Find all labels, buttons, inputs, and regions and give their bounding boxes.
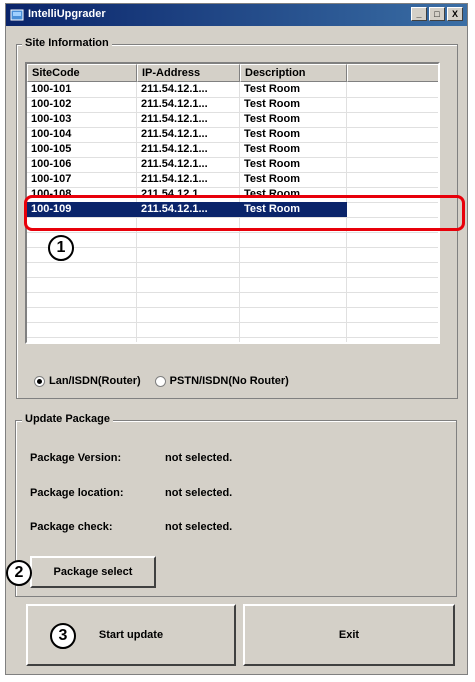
radio-lan-isdn[interactable]: Lan/ISDN(Router) <box>34 375 141 387</box>
update-package-label: Update Package <box>22 413 113 425</box>
table-row[interactable]: 100-105 211.54.12.1... Test Room <box>27 142 438 158</box>
radio-label: Lan/ISDN(Router) <box>49 375 141 387</box>
column-header-ip-address[interactable]: IP-Address <box>137 64 240 82</box>
table-cell: 211.54.12.1... <box>141 98 208 110</box>
close-button[interactable]: X <box>447 7 463 21</box>
package-version-label: Package Version: <box>30 452 122 464</box>
table-cell: Test Room <box>244 113 301 125</box>
empty-row <box>27 322 438 338</box>
column-header-description[interactable]: Description <box>240 64 347 82</box>
empty-row <box>27 247 438 263</box>
table-cell: 100-106 <box>31 158 72 170</box>
package-check-value: not selected. <box>165 521 233 533</box>
table-cell: Test Room <box>244 98 301 110</box>
table-cell: 211.54.12.1... <box>141 113 208 125</box>
minimize-button[interactable]: _ <box>411 7 427 21</box>
empty-row <box>27 232 438 248</box>
table-cell: 100-101 <box>31 83 72 95</box>
table-cell: Test Room <box>244 158 301 170</box>
table-cell: 100-105 <box>31 143 72 155</box>
package-select-button[interactable]: Package select <box>30 556 156 588</box>
table-row[interactable]: 100-104 211.54.12.1... Test Room <box>27 127 438 143</box>
table-row[interactable]: 100-102 211.54.12.1... Test Room <box>27 97 438 113</box>
app-icon <box>10 9 24 21</box>
column-header-filler <box>347 64 438 82</box>
table-cell: 100-107 <box>31 173 72 185</box>
table-cell: 100-104 <box>31 128 72 140</box>
table-cell: Test Room <box>244 83 301 95</box>
table-cell: 100-102 <box>31 98 72 110</box>
callout-marker-1: 1 <box>48 235 74 261</box>
callout-marker-3: 3 <box>50 623 76 649</box>
package-location-value: not selected. <box>165 487 233 499</box>
radio-pstn-isdn[interactable]: PSTN/ISDN(No Router) <box>154 375 289 387</box>
table-cell: 100-103 <box>31 113 72 125</box>
table-cell: 211.54.12.1... <box>141 173 208 185</box>
table-cell: 211.54.12.1... <box>141 128 208 140</box>
radio-button-icon[interactable] <box>34 375 45 387</box>
table-cell: 211.54.12.1... <box>141 143 208 155</box>
table-cell: 211.54.12.1... <box>141 158 208 170</box>
package-version-value: not selected. <box>165 452 233 464</box>
table-cell: Test Room <box>244 143 301 155</box>
empty-row <box>27 292 438 308</box>
table-cell: Test Room <box>244 173 301 185</box>
maximize-button[interactable]: □ <box>429 7 445 21</box>
radio-button-icon[interactable] <box>154 375 166 387</box>
exit-button[interactable]: Exit <box>243 604 455 666</box>
column-header-sitecode[interactable]: SiteCode <box>27 64 137 82</box>
table-cell: 211.54.12.1... <box>141 83 208 95</box>
package-location-label: Package location: <box>30 487 124 499</box>
table-row[interactable]: 100-106 211.54.12.1... Test Room <box>27 157 438 173</box>
table-cell: Test Room <box>244 128 301 140</box>
table-row[interactable]: 100-107 211.54.12.1... Test Room <box>27 172 438 188</box>
table-row[interactable]: 100-101 211.54.12.1... Test Room <box>27 82 438 98</box>
title-bar[interactable]: IntelliUpgrader _ □ X <box>6 4 467 26</box>
callout-marker-2: 2 <box>6 560 32 586</box>
connection-type-radio-group: Lan/ISDN(Router) PSTN/ISDN(No Router) <box>34 375 289 387</box>
table-row[interactable]: 100-103 211.54.12.1... Test Room <box>27 112 438 128</box>
empty-row <box>27 307 438 323</box>
empty-row <box>27 262 438 278</box>
package-check-label: Package check: <box>30 521 113 533</box>
radio-label: PSTN/ISDN(No Router) <box>169 375 289 387</box>
window-title: IntelliUpgrader <box>28 8 106 20</box>
site-info-label: Site Information <box>22 37 112 49</box>
empty-row <box>27 277 438 293</box>
selected-row-highlight <box>24 195 465 231</box>
